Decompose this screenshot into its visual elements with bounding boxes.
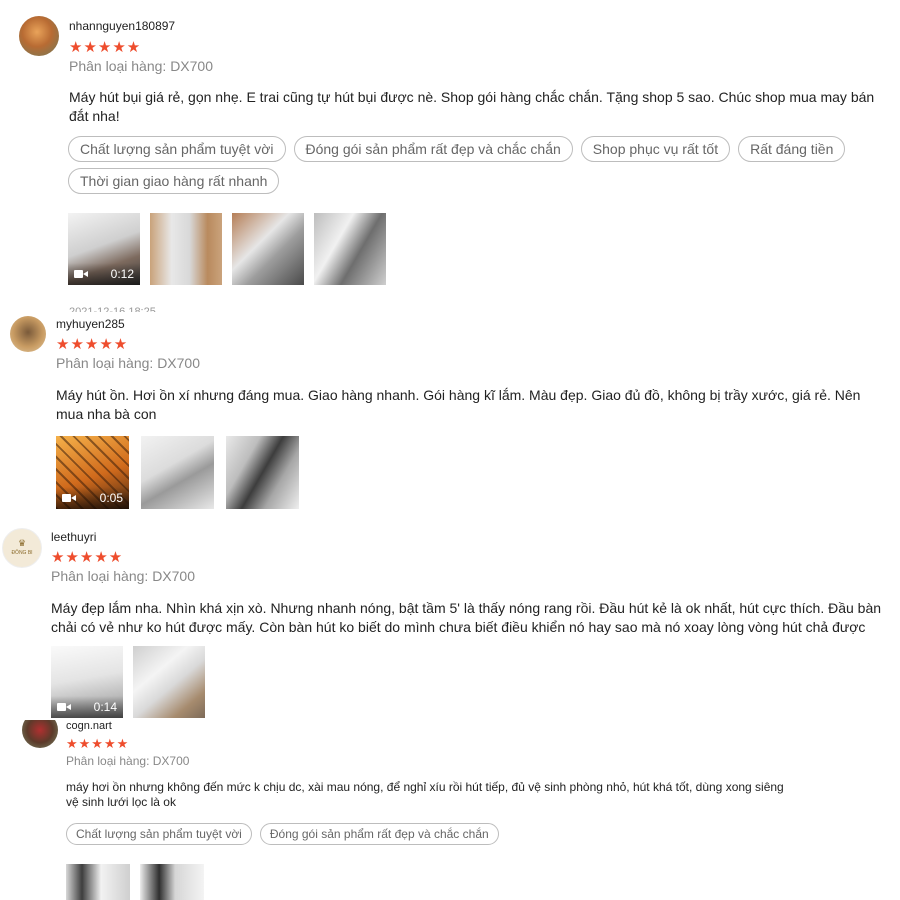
review-media: 0:12 [68, 213, 386, 285]
rating-stars: ★★★★★ [56, 336, 129, 353]
review-video-thumbnail[interactable]: 0:05 [56, 436, 129, 509]
review-tag: Chất lượng sản phẩm tuyệt vời [68, 136, 286, 162]
review-card: myhuyen285 ★★★★★ Phân loại hàng: DX700 M… [0, 312, 900, 520]
review-image-thumbnail[interactable] [150, 213, 222, 285]
variant-label: Phân loại hàng: DX700 [56, 355, 200, 371]
brand-logo-icon: ♛ [17, 538, 27, 548]
review-text: Máy hút ồn. Hơi ồn xí nhưng đáng mua. Gi… [56, 387, 861, 422]
variant-label: Phân loại hàng: DX700 [51, 568, 195, 584]
rating-stars: ★★★★★ [51, 549, 124, 566]
review-video-thumbnail[interactable]: 0:12 [68, 213, 140, 285]
review-image-thumbnail[interactable] [314, 213, 386, 285]
video-duration: 0:05 [99, 491, 123, 505]
review-image-thumbnail[interactable] [232, 213, 304, 285]
username[interactable]: cogn.nart [66, 720, 112, 732]
avatar[interactable] [22, 720, 58, 748]
video-camera-icon [62, 493, 76, 503]
review-card: ♛ ĐÔNG BI leethuyri ★★★★★ Phân loại hàng… [0, 520, 900, 720]
review-card: cogn.nart ★★★★★ Phân loại hàng: DX700 má… [0, 720, 900, 900]
review-video-thumbnail[interactable]: 0:14 [51, 646, 123, 718]
avatar[interactable] [19, 16, 59, 56]
review-tag: Đóng gói sản phẩm rất đẹp và chắc chắn [293, 136, 573, 162]
avatar[interactable] [10, 316, 46, 352]
review-text: Máy đẹp lắm nha. Nhìn khá xịn xò. Nhưng … [51, 600, 882, 635]
review-media [66, 864, 204, 900]
video-camera-icon [57, 702, 71, 712]
video-camera-icon [74, 269, 88, 279]
rating-stars: ★★★★★ [69, 39, 142, 56]
variant-label: Phân loại hàng: DX700 [69, 58, 213, 74]
review-tag: Đóng gói sản phẩm rất đẹp và chắc chắn [259, 823, 499, 845]
review-tag: Chất lượng sản phẩm tuyệt vời [66, 823, 252, 845]
video-duration: 0:14 [93, 700, 117, 714]
review-tags: Chất lượng sản phẩm tuyệt vời Đóng gói s… [68, 136, 868, 194]
video-duration: 0:12 [110, 267, 134, 281]
review-image-thumbnail[interactable] [66, 864, 130, 900]
username[interactable]: myhuyen285 [56, 317, 125, 331]
review-image-thumbnail[interactable] [140, 864, 204, 900]
review-tag: Rất đáng tiền [738, 136, 846, 162]
avatar[interactable]: ♛ ĐÔNG BI [2, 528, 42, 568]
review-text: máy hơi ồn nhưng không đến mức k chịu dc… [66, 780, 784, 809]
username[interactable]: nhannguyen180897 [69, 19, 175, 33]
video-overlay: 0:12 [68, 263, 140, 285]
review-tag: Thời gian giao hàng rất nhanh [68, 168, 280, 194]
review-media: 0:05 [56, 436, 299, 509]
variant-label: Phân loại hàng: DX700 [66, 754, 190, 768]
review-tag: Shop phục vụ rất tốt [580, 136, 731, 162]
review-image-thumbnail[interactable] [226, 436, 299, 509]
rating-stars: ★★★★★ [66, 736, 130, 751]
review-media: 0:14 [51, 646, 205, 718]
review-card: nhannguyen180897 ★★★★★ Phân loại hàng: D… [0, 0, 900, 316]
review-tags: Chất lượng sản phẩm tuyệt vời Đóng gói s… [66, 823, 766, 845]
review-text: Máy hút bụi giá rẻ, gọn nhẹ. E trai cũng… [69, 89, 875, 124]
video-overlay: 0:14 [51, 696, 123, 718]
review-image-thumbnail[interactable] [141, 436, 214, 509]
username[interactable]: leethuyri [51, 530, 96, 544]
avatar-brand-text: ĐÔNG BI [11, 550, 33, 556]
video-overlay: 0:05 [56, 487, 129, 509]
review-image-thumbnail[interactable] [133, 646, 205, 718]
